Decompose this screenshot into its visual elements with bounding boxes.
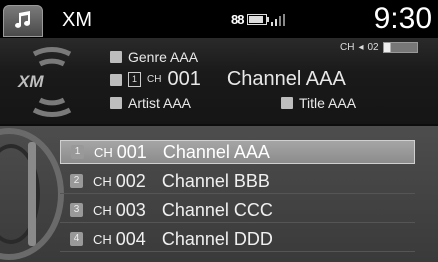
audio-screen: XM 88 9:30 XM Genre AAA 1 CH 001 Channel… xyxy=(0,0,438,262)
channel-row: 1 CH 001 Channel AAA xyxy=(110,68,346,91)
channel-number: 004 xyxy=(115,228,146,249)
preset-icon xyxy=(110,73,122,86)
channel-number: 002 xyxy=(115,170,146,191)
battery-icon xyxy=(247,14,270,25)
signal-channel: 02 xyxy=(367,42,379,53)
artist-icon xyxy=(110,97,122,109)
signal-bar xyxy=(382,42,418,53)
signal-strength: CH ◂ 02 xyxy=(340,42,418,53)
channel-list-item[interactable]: 4 CH 004 Channel DDD xyxy=(60,227,415,252)
ch-label: CH xyxy=(93,231,112,247)
title-row: Title AAA xyxy=(281,95,356,111)
ch-label: CH xyxy=(147,74,162,85)
channel-name: Channel BBB xyxy=(161,170,270,191)
ch-label: CH xyxy=(93,173,112,189)
channel-number: 003 xyxy=(115,199,146,220)
channel-number: 001 xyxy=(116,141,147,162)
ch-label: CH xyxy=(94,144,113,160)
preset-badge: 2 xyxy=(70,174,83,188)
artist-label: Artist AAA xyxy=(128,95,192,111)
signal-icon xyxy=(271,13,286,26)
music-source-tab[interactable] xyxy=(3,5,43,37)
xm-logo-text: XM xyxy=(18,72,44,91)
channel-name: Channel AAA xyxy=(226,68,346,90)
channel-number: 001 xyxy=(167,68,201,90)
ch-label: CH xyxy=(93,202,112,218)
title-icon xyxy=(281,97,293,109)
preset-badge: 3 xyxy=(70,203,83,217)
status-icons: 88 xyxy=(231,12,286,27)
channel-list: 1 CH 001 Channel AAA 2 CH 002 Channel BBB 3 CH 003… xyxy=(0,126,438,262)
channel-list-item[interactable]: 1 CH 001 Channel AAA xyxy=(60,140,415,164)
bluetooth-icon: 88 xyxy=(231,12,245,27)
channel-list-item[interactable]: 3 CH 003 Channel CCC xyxy=(60,198,415,223)
channel-name: Channel DDD xyxy=(161,228,273,249)
clock: 9:30 xyxy=(373,2,432,35)
genre-icon xyxy=(110,51,122,63)
preset-badge: 1 xyxy=(71,145,84,159)
preset-badge: 4 xyxy=(70,232,83,246)
header-bar: XM 88 9:30 xyxy=(0,0,438,38)
list-scrollbar[interactable] xyxy=(28,142,36,246)
signal-icon-small: ◂ xyxy=(358,42,364,53)
artist-row: Artist AAA xyxy=(110,95,191,111)
preset-number: 1 xyxy=(128,72,141,87)
music-note-icon xyxy=(15,11,31,28)
signal-ch-label: CH xyxy=(340,42,355,53)
channel-name: Channel CCC xyxy=(161,199,273,220)
genre-label: Genre AAA xyxy=(128,49,199,65)
channel-list-item[interactable]: 2 CH 002 Channel BBB xyxy=(60,169,415,194)
source-title: XM xyxy=(62,9,92,31)
song-title: Title AAA xyxy=(299,95,357,111)
now-playing-panel: XM Genre AAA 1 CH 001 Channel AAA Artist… xyxy=(0,38,438,124)
genre-row: Genre AAA xyxy=(110,49,198,65)
channel-name: Channel AAA xyxy=(162,141,270,162)
